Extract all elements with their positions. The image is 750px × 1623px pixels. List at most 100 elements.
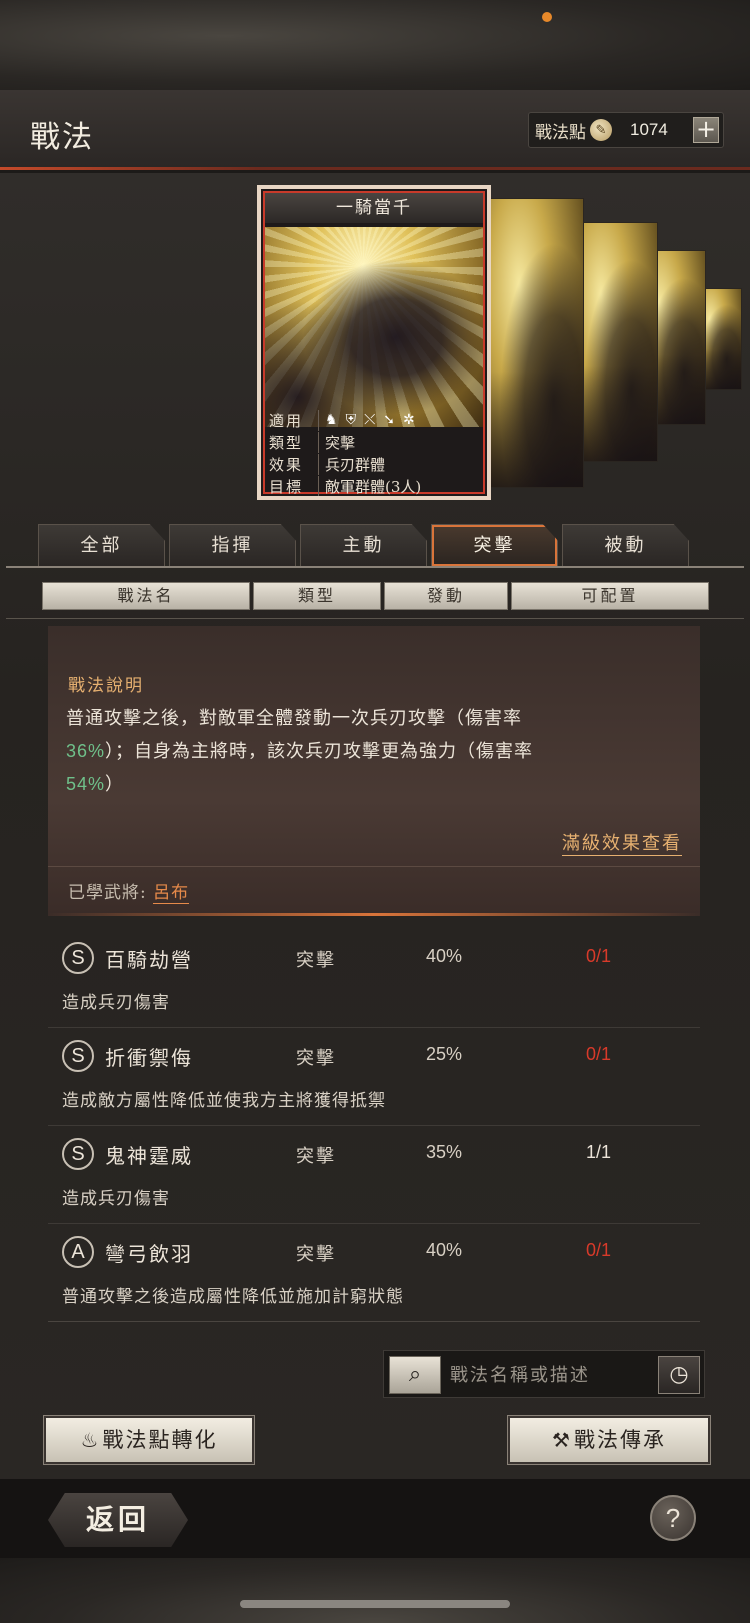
card-artwork — [265, 227, 483, 427]
search-bar: ⌕ ◷ — [383, 1350, 705, 1398]
clock-icon[interactable]: ◷ — [658, 1356, 700, 1394]
category-tabs: 全部 指揮 主動 突擊 被動 — [38, 524, 689, 566]
spear-icon: ➘ — [383, 412, 395, 428]
top-background — [0, 0, 750, 90]
tactic-summary: 造成兵刃傷害 — [62, 1189, 170, 1209]
brush-icon: ✎ — [590, 119, 612, 141]
learned-label: 已學武將: — [68, 883, 147, 903]
tab-active[interactable]: 主動 — [300, 524, 427, 566]
tactic-type: 突擊 — [296, 950, 336, 971]
tactic-summary: 造成敵方屬性降低並使我方主將獲得抵禦 — [62, 1091, 386, 1111]
convert-points-button[interactable]: ♨戰法點轉化 — [44, 1416, 254, 1464]
description-line: ） — [105, 774, 125, 795]
available-count: 0/1 — [586, 1240, 612, 1260]
max-level-effect-link[interactable]: 滿級效果查看 — [562, 829, 682, 856]
tactic-name: 鬼神霆威 — [105, 1144, 193, 1168]
grade-badge: A — [62, 1236, 94, 1268]
description-line: ）；自身為主將時，該次兵刃攻擊更為強力（傷害率 — [105, 741, 534, 762]
status-dot — [542, 12, 552, 22]
troop-icons: ♞ ⛨ ⤬ ➘ ✲ — [325, 412, 415, 428]
card-row-key: 目標 — [269, 475, 319, 496]
points-label: 戰法點 — [535, 122, 586, 143]
learned-general-link[interactable]: 呂布 — [153, 883, 190, 904]
card-row-key: 類型 — [269, 431, 319, 453]
list-item[interactable]: S 折衝禦侮 突擊 25% 0/1 造成敵方屬性降低並使我方主將獲得抵禦 — [48, 1028, 700, 1126]
tab-assault[interactable]: 突擊 — [431, 524, 558, 566]
tactic-type: 突擊 — [296, 1146, 336, 1167]
footer-bar: 返回 ? — [0, 1478, 750, 1558]
tactic-summary: 普通攻擊之後造成屬性降低並施加計窮狀態 — [62, 1287, 404, 1307]
sort-available-button[interactable]: 可配置 — [511, 582, 709, 610]
grade-badge: S — [62, 942, 94, 974]
description-line: 普通攻擊之後，對敵軍全體發動一次兵刃攻擊（傷害率 — [66, 708, 522, 729]
sort-trigger-button[interactable]: 發動 — [384, 582, 508, 610]
convert-label: 戰法點轉化 — [102, 1428, 218, 1452]
card-info: 適用 ♞ ⛨ ⤬ ➘ ✲ 類型 突擊 效果 兵刃群體 目標 敵軍群體(3人) — [269, 409, 479, 496]
trigger-rate: 40% — [426, 1240, 463, 1260]
tab-passive[interactable]: 被動 — [562, 524, 689, 566]
bow-icon: ⤬ — [364, 412, 376, 428]
description-title: 戰法說明 — [68, 676, 144, 696]
tactic-type: 突擊 — [296, 1244, 336, 1265]
list-item[interactable]: S 百騎劫營 突擊 40% 0/1 造成兵刃傷害 — [48, 930, 700, 1028]
page-title: 戰法 — [30, 120, 94, 155]
learned-generals: 已學武將: 呂布 — [68, 878, 190, 904]
card-back-1 — [484, 198, 584, 488]
add-points-button[interactable]: + — [693, 117, 719, 143]
damage-rate-value: 36% — [66, 741, 106, 761]
card-row-effect: 效果 兵刃群體 — [269, 453, 479, 475]
wheel-icon: ✲ — [403, 412, 415, 428]
available-count: 0/1 — [586, 1044, 612, 1064]
help-icon[interactable]: ? — [650, 1495, 696, 1541]
tactic-list: S 百騎劫營 突擊 40% 0/1 造成兵刃傷害 S 折衝禦侮 突擊 25% 0… — [48, 930, 700, 1322]
points-value: 1074 — [630, 120, 668, 139]
search-icon[interactable]: ⌕ — [389, 1356, 441, 1394]
bottom-background — [0, 1558, 750, 1623]
list-item[interactable]: A 彎弓飲羽 突擊 40% 0/1 普通攻擊之後造成屬性降低並施加計窮狀態 — [48, 1224, 700, 1322]
trigger-rate: 25% — [426, 1044, 463, 1064]
cavalry-icon: ♞ — [325, 412, 338, 428]
card-row-key: 適用 — [269, 409, 319, 431]
card-row-applies: 適用 ♞ ⛨ ⤬ ➘ ✲ — [269, 409, 479, 431]
tabs-divider — [6, 566, 744, 568]
sort-name-button[interactable]: 戰法名 — [42, 582, 250, 610]
grade-badge: S — [62, 1040, 94, 1072]
description-panel: 戰法說明 普通攻擊之後，對敵軍全體發動一次兵刃攻擊（傷害率 36%）；自身為主將… — [48, 626, 700, 916]
tactic-points-display: 戰法點 ✎ 1074 + — [528, 112, 724, 148]
damage-rate-value: 54% — [66, 774, 106, 794]
grade-badge: S — [62, 1138, 94, 1170]
home-indicator[interactable] — [240, 1600, 510, 1608]
trigger-rate: 40% — [426, 946, 463, 966]
description-divider — [48, 866, 700, 867]
tab-all[interactable]: 全部 — [38, 524, 165, 566]
tactic-name: 百騎劫營 — [105, 948, 193, 972]
shield-icon: ⛨ — [345, 412, 357, 428]
flame-icon: ♨ — [80, 1428, 101, 1452]
back-button[interactable]: 返回 — [48, 1493, 188, 1547]
trigger-rate: 35% — [426, 1142, 463, 1162]
columns-divider — [6, 618, 744, 619]
panel-glow-line — [48, 913, 700, 916]
card-name: 一騎當千 — [265, 193, 483, 223]
card-row-value: 敵軍群體(3人) — [325, 477, 422, 496]
card-row-value: 兵刃群體 — [325, 455, 386, 474]
hammer-icon: ⚒ — [552, 1428, 572, 1452]
column-headers: 戰法名 類型 發動 可配置 — [42, 582, 709, 610]
inherit-tactic-button[interactable]: ⚒戰法傳承 — [508, 1416, 710, 1464]
search-input[interactable] — [450, 1359, 640, 1391]
description-text: 普通攻擊之後，對敵軍全體發動一次兵刃攻擊（傷害率 36%）；自身為主將時，該次兵… — [66, 702, 686, 801]
card-row-value: 突擊 — [325, 433, 356, 452]
tactic-name: 折衝禦侮 — [105, 1046, 193, 1070]
tactic-type: 突擊 — [296, 1048, 336, 1069]
sort-type-button[interactable]: 類型 — [253, 582, 381, 610]
inherit-label: 戰法傳承 — [573, 1428, 666, 1452]
selected-tactic-card[interactable]: 一騎當千 適用 ♞ ⛨ ⤬ ➘ ✲ 類型 突擊 效果 兵刃群體 目標 敵軍群體(… — [257, 185, 491, 500]
list-item[interactable]: S 鬼神霆威 突擊 35% 1/1 造成兵刃傷害 — [48, 1126, 700, 1224]
card-row-target: 目標 敵軍群體(3人) — [269, 475, 479, 496]
tab-command[interactable]: 指揮 — [169, 524, 296, 566]
available-count: 1/1 — [586, 1142, 612, 1162]
available-count: 0/1 — [586, 946, 612, 966]
card-row-type: 類型 突擊 — [269, 431, 479, 453]
card-row-key: 效果 — [269, 453, 319, 475]
tactic-name: 彎弓飲羽 — [105, 1242, 193, 1266]
